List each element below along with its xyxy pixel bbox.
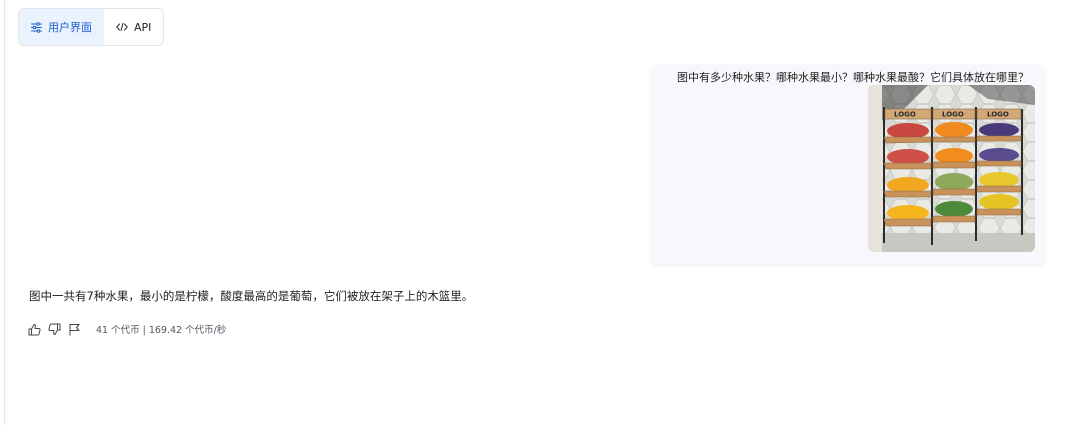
tab-api[interactable]: API (104, 9, 163, 45)
assistant-message-text: 图中一共有7种水果，最小的是柠檬，酸度最高的是葡萄，它们被放在架子上的木篮里。 (29, 289, 474, 303)
mode-tabs: 用户界面 API (18, 8, 165, 46)
tab-api-label: API (134, 20, 152, 34)
thumbs-down-icon[interactable] (48, 323, 61, 336)
flag-icon[interactable] (68, 323, 81, 336)
user-message-text: 图中有多少种水果？哪种水果最小？哪种水果最酸？它们具体放在哪里？ (677, 71, 1029, 84)
thumbs-up-icon[interactable] (28, 323, 41, 336)
tab-user-interface[interactable]: 用户界面 (19, 9, 104, 45)
tab-user-interface-label: 用户界面 (48, 21, 92, 34)
message-actions: 41 个代币 | 169.42 个代币/秒 (28, 322, 226, 336)
fruit-shelf-image[interactable]: LOGO LOGO LOGO (868, 85, 1035, 252)
token-stats: 41 个代币 | 169.42 个代币/秒 (96, 325, 227, 336)
user-message-bubble: 图中有多少种水果？哪种水果最小？哪种水果最酸？它们具体放在哪里？ LOGO LO… (649, 64, 1047, 267)
code-icon (116, 22, 128, 32)
shelf-logo-label: LOGO (942, 111, 964, 119)
sliders-icon (31, 21, 42, 33)
shelf-logo-label: LOGO (894, 111, 916, 119)
shelf-logo-label: LOGO (987, 111, 1009, 119)
chat-panel: 用户界面 API 图中有多少种水果？哪种水果最小？哪种水果最酸？它们具体放在哪里… (4, 0, 1080, 425)
